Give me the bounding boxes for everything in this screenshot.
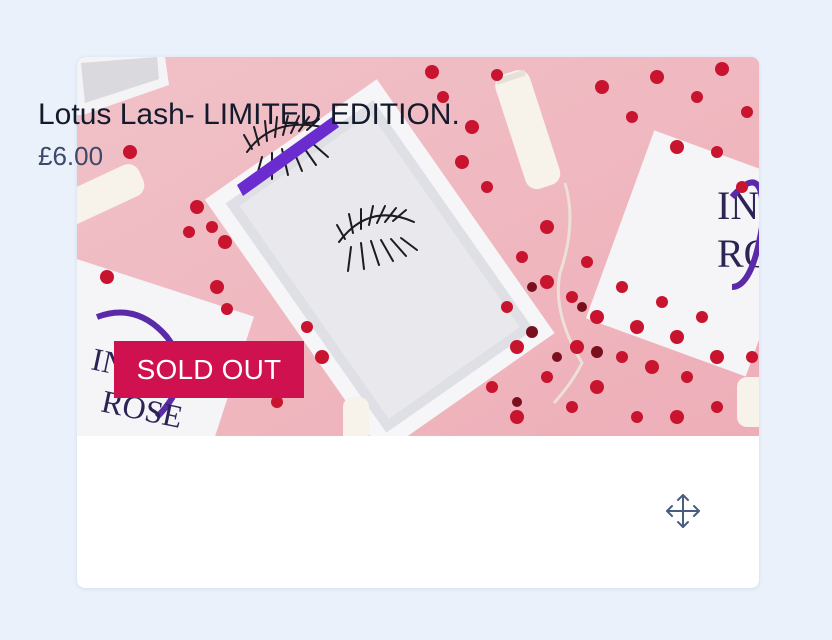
sold-out-badge: SOLD OUT bbox=[114, 341, 304, 398]
product-price: £6.00 bbox=[38, 141, 104, 171]
move-arrows-icon[interactable] bbox=[663, 491, 703, 531]
product-card[interactable]: IN RO IN GO ROSE bbox=[77, 57, 759, 588]
product-title[interactable]: Lotus Lash- LIMITED EDITION. bbox=[38, 98, 460, 132]
